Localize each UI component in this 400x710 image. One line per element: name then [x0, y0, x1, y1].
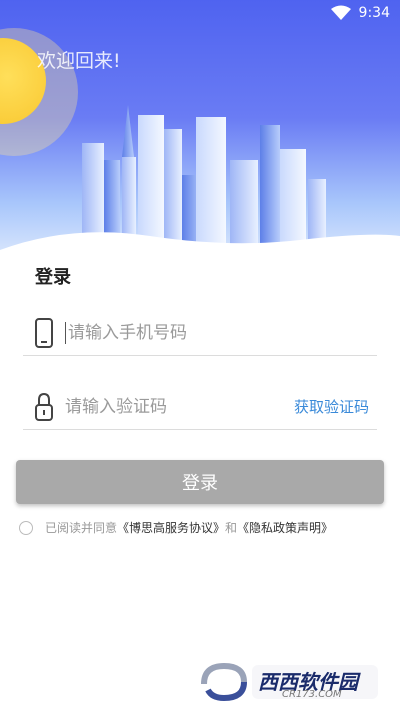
privacy-policy-link[interactable]: 《隐私政策声明》 — [237, 519, 333, 536]
status-time: 9:34 — [358, 5, 390, 21]
agreement-row: 已阅读并同意 《博思高服务协议》 和 《隐私政策声明》 — [19, 519, 333, 536]
agreement-checkbox[interactable] — [19, 520, 33, 535]
hero-banner: 9:34 欢迎回来! — [0, 0, 400, 262]
watermark-domain: CR173.COM — [282, 689, 342, 700]
wave-divider — [0, 232, 400, 262]
phone-icon — [35, 317, 53, 348]
code-field: 获取验证码 — [23, 384, 377, 430]
lock-icon — [35, 392, 53, 421]
get-code-button[interactable]: 获取验证码 — [294, 396, 369, 417]
login-button[interactable]: 登录 — [16, 460, 384, 504]
welcome-text: 欢迎回来! — [37, 50, 121, 72]
service-agreement-link[interactable]: 《博思高服务协议》 — [117, 519, 225, 536]
agreement-conjunction: 和 — [225, 521, 238, 535]
wifi-icon — [330, 5, 351, 20]
verification-code-input[interactable] — [65, 396, 294, 417]
watermark: 西西软件园 CR173.COM — [200, 662, 382, 702]
login-title: 登录 — [35, 267, 71, 288]
phone-field — [23, 310, 377, 356]
agreement-prefix: 已阅读并同意 — [45, 521, 118, 535]
status-bar: 9:34 — [0, 0, 400, 26]
phone-input[interactable] — [65, 321, 377, 344]
